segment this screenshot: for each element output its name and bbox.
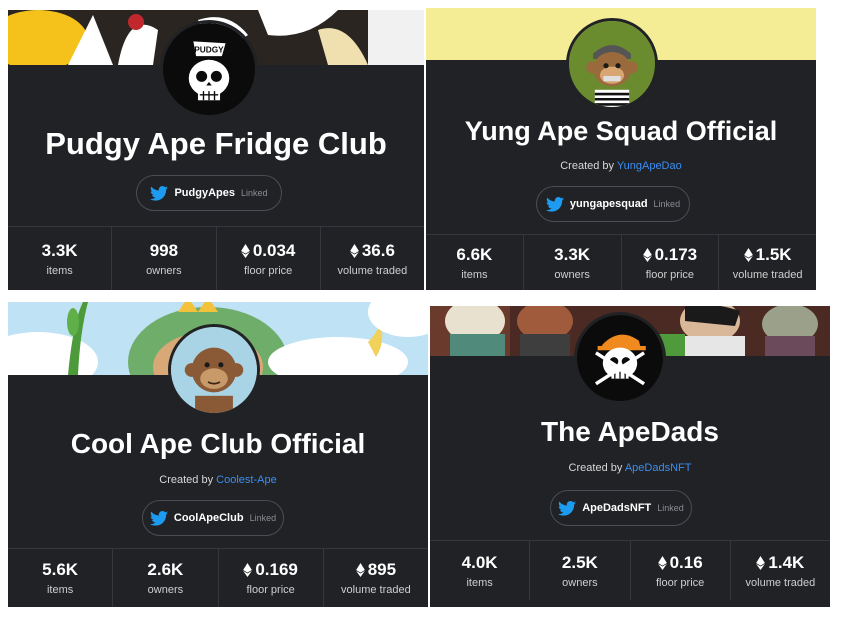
collection-card-cool-ape-club-official: Cool Ape Club Official Created by Cooles… [8,302,428,607]
collection-title: Cool Ape Club Official [70,428,366,459]
ethereum-icon [355,563,365,577]
stat-owners[interactable]: 3.3K owners [522,234,621,290]
twitter-bird-icon [558,500,577,516]
stat-label: owners [147,584,184,596]
stat-value: 0.16 [669,552,703,572]
stats-bar: 4.0K items 2.5K owners 0.16 floor price … [430,540,830,600]
stat-items[interactable]: 3.3K items [8,226,112,290]
stat-label: volume traded [341,584,411,596]
stat-volume-traded[interactable]: 36.6 volume traded [319,226,424,290]
stat-label: floor price [645,268,695,281]
stat-floor-price[interactable]: 0.16 floor price [629,540,730,600]
stat-floor-price[interactable]: 0.169 floor price [217,548,323,607]
stat-floor-price[interactable]: 0.034 floor price [215,226,320,290]
stat-label: floor price [655,576,705,589]
stat-label: volume traded [745,576,816,589]
twitter-handle: PudgyApes [174,187,235,199]
twitter-handle: ApeDadsNFT [582,502,652,514]
stat-value: 6.6K [456,244,493,264]
stats-bar: 6.6K items 3.3K owners 0.173 floor price… [426,234,816,290]
stat-label: owners [146,264,182,277]
stat-value: 2.5K [561,552,598,572]
stat-value: 895 [367,560,397,579]
stat-owners[interactable]: 998 owners [111,226,216,290]
stat-value: 1.5K [755,244,792,264]
stat-items[interactable]: 4.0K items [430,540,530,600]
stat-label: items [466,576,493,589]
svg-text:PUDGY: PUDGY [194,45,224,54]
stat-value: 2.6K [147,560,184,579]
collection-card-pudgy-ape-fridge-club: PUDGY Pudgy Ape Fridge Club PudgyApes Li… [8,10,424,290]
twitter-link-button[interactable]: ApeDadsNFT Linked [550,490,692,526]
stat-label: owners [562,576,598,589]
twitter-link-button[interactable]: PudgyApes Linked [136,175,282,211]
stat-label: floor price [246,584,295,596]
created-by: Created by YungApeDao [426,160,816,172]
stat-items[interactable]: 6.6K items [426,234,523,290]
created-by-prefix: Created by [568,462,623,474]
stat-label: floor price [243,264,293,277]
stat-floor-price[interactable]: 0.173 floor price [620,234,719,290]
stat-label: items [461,268,488,281]
stat-value: 3.3K [554,244,591,264]
linked-label: Linked [249,513,277,523]
collection-avatar: PUDGY [160,20,258,118]
creator-link[interactable]: Coolest-Ape [216,474,277,486]
collection-title: Yung Ape Squad Official [464,116,778,146]
stat-value: 0.169 [255,560,298,579]
stats-bar: 5.6K items 2.6K owners 0.169 floor price… [8,548,428,607]
twitter-link-button[interactable]: CoolApeClub Linked [142,500,284,536]
stat-owners[interactable]: 2.6K owners [112,548,218,607]
ethereum-icon [240,243,250,258]
ethereum-icon [657,555,667,570]
stat-items[interactable]: 5.6K items [8,548,113,607]
ethereum-icon [756,555,766,570]
ethereum-icon [243,563,253,577]
stat-volume-traded[interactable]: 1.5K volume traded [718,234,816,290]
stat-label: volume traded [732,268,803,281]
linked-label: Linked [653,199,681,209]
stat-label: volume traded [337,264,408,277]
stat-value: 5.6K [42,560,79,579]
creator-link[interactable]: YungApeDao [617,160,682,172]
collection-avatar [566,18,658,110]
created-by: Created by ApeDadsNFT [430,462,830,474]
created-by: Created by Coolest-Ape [8,474,428,486]
linked-label: Linked [240,188,268,198]
linked-label: Linked [657,503,684,513]
creator-link[interactable]: ApeDadsNFT [625,462,692,474]
created-by-prefix: Created by [159,474,214,486]
stat-label: items [46,264,73,277]
twitter-handle: yungapesquad [569,198,648,210]
stats-bar: 3.3K items 998 owners 0.034 floor price … [8,226,424,290]
collection-title: The ApeDads [541,416,719,447]
twitter-bird-icon [149,510,168,526]
collection-avatar [574,312,666,404]
stat-value: 0.173 [654,244,698,264]
stat-value: 3.3K [41,240,78,260]
twitter-bird-icon [545,196,564,212]
stat-volume-traded[interactable]: 895 volume traded [322,548,428,607]
ethereum-icon [743,247,753,262]
ethereum-icon [642,247,652,262]
stat-label: items [46,584,74,596]
stat-owners[interactable]: 2.5K owners [529,540,630,600]
twitter-link-button[interactable]: yungapesquad Linked [536,186,690,222]
stat-label: owners [554,268,590,281]
stat-value: 998 [149,240,179,260]
stat-value: 0.034 [252,240,296,260]
collection-title: Pudgy Ape Fridge Club [45,126,387,161]
ethereum-icon [349,243,359,258]
stat-volume-traded[interactable]: 1.4K volume traded [729,540,830,600]
created-by-prefix: Created by [560,160,615,172]
stat-value: 4.0K [461,552,498,572]
collection-card-the-apedads: The ApeDads Created by ApeDadsNFT ApeDad… [430,306,830,607]
stat-value: 1.4K [768,552,805,572]
twitter-handle: CoolApeClub [173,512,244,524]
collection-card-yung-ape-squad-official: Yung Ape Squad Official Created by YungA… [426,8,816,290]
twitter-bird-icon [150,185,169,201]
stat-value: 36.6 [361,240,395,260]
collection-avatar [168,324,260,416]
